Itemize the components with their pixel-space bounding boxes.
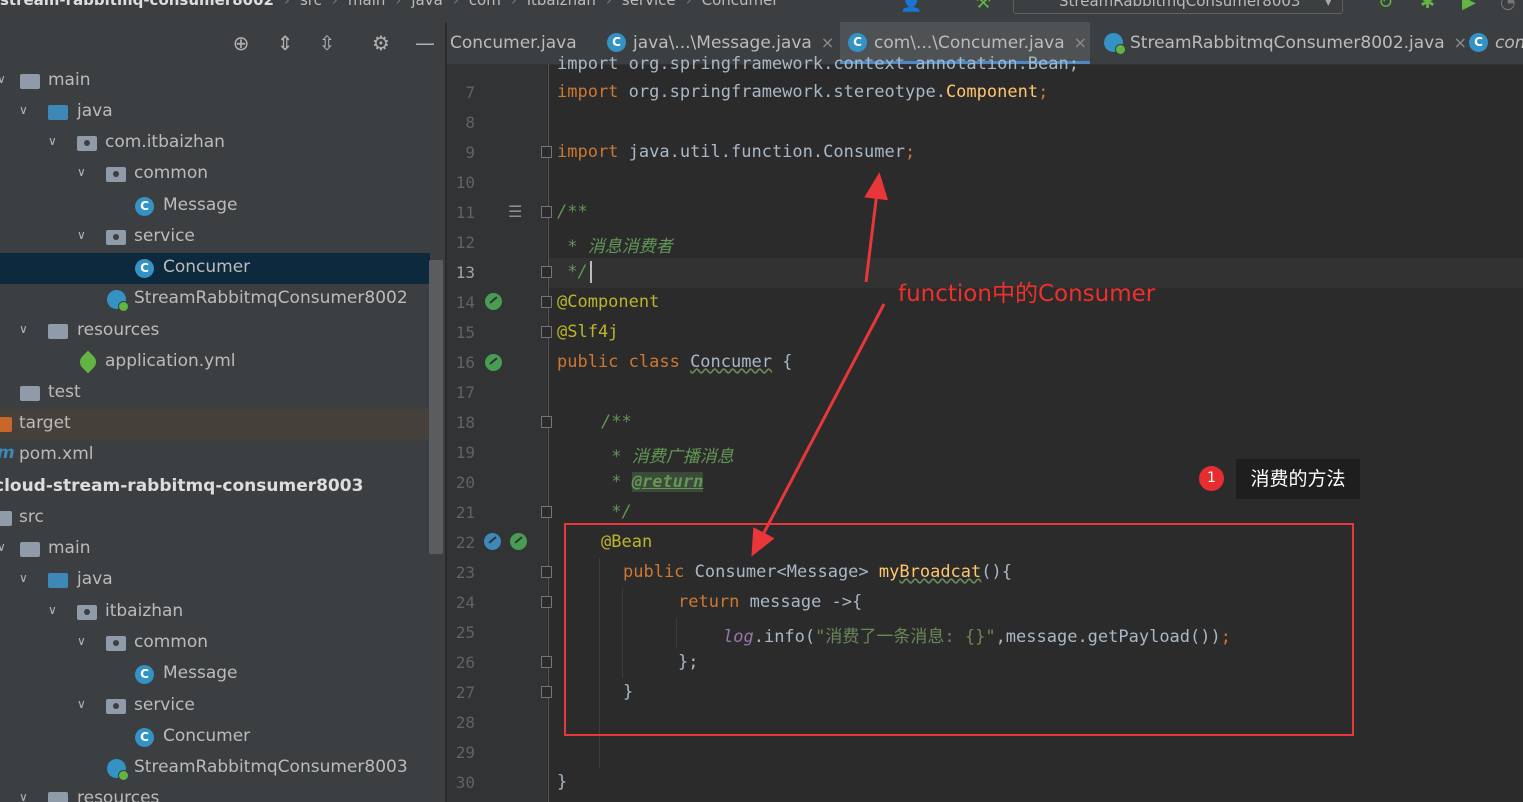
annotation-tooltip: 消费的方法 — [1236, 459, 1360, 499]
annotation-arrows — [751, 172, 889, 557]
step-badge: 1 — [1199, 466, 1224, 491]
arrow-to-import — [864, 172, 889, 283]
arrow-to-consumer — [751, 303, 886, 557]
